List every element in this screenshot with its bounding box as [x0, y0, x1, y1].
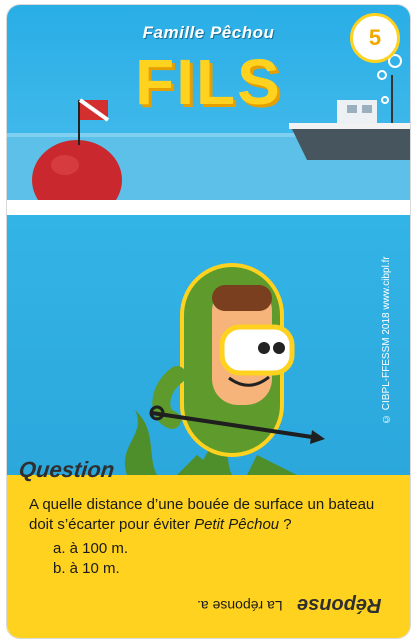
underwater-illustration: [7, 215, 410, 475]
question-text-end: ?: [279, 516, 292, 533]
top-illustration: Famille Pêchou FILS 5: [7, 5, 410, 200]
answer-hint: La réponse a.: [197, 598, 283, 614]
diver-character-icon: [152, 263, 297, 475]
question-title: Question: [17, 457, 116, 482]
question-text-italic: Petit Pêchou: [194, 516, 280, 533]
answer-option-a: a. à 100 m.: [53, 540, 129, 557]
separator-band: [7, 200, 410, 215]
card-number-badge: 5: [350, 13, 400, 63]
quiz-card: Famille Pêchou FILS 5 © CIBPL-FFESSM 201…: [6, 4, 411, 639]
diver-scene-graphics: [124, 263, 325, 475]
copyright-notice: © CIBPL-FFESSM 2018 www.cibpl.fr: [381, 256, 392, 424]
card-title: FILS: [135, 46, 282, 118]
answer-option-b: b. à 10 m.: [53, 560, 120, 577]
question-text: A quelle distance d’une bouée de surface…: [29, 495, 399, 535]
answer-title: Réponse: [297, 594, 382, 616]
